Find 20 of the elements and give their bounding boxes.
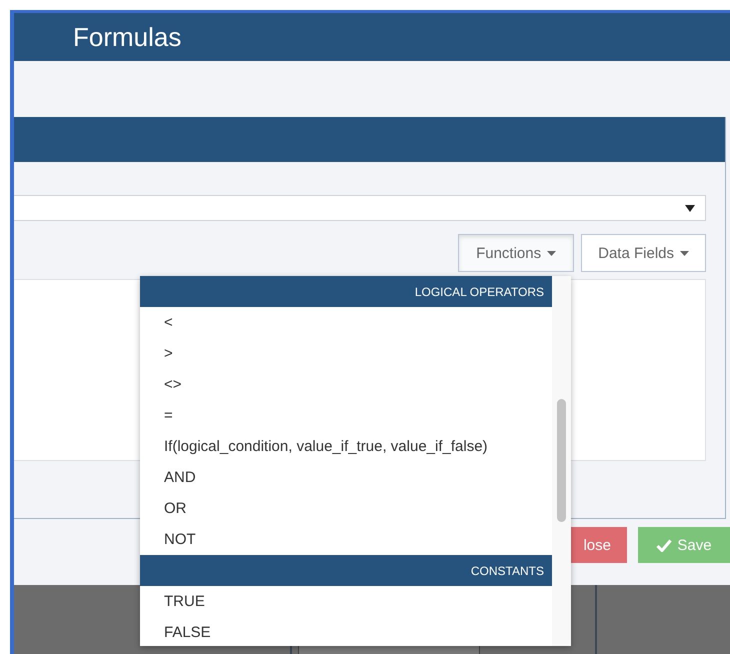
window-title: Formulas — [73, 22, 182, 52]
caret-icon — [680, 250, 689, 256]
check-icon — [656, 538, 672, 552]
menu-item[interactable]: <> — [140, 369, 552, 400]
menu-item[interactable]: OR — [140, 493, 552, 524]
menu-item[interactable]: < — [140, 307, 552, 338]
caret-icon — [547, 250, 556, 256]
dropdown-button[interactable]: Data Fields — [581, 234, 706, 272]
scrollbar-thumb[interactable] — [557, 399, 566, 522]
caret-icon — [685, 204, 695, 212]
menu-item[interactable]: AND — [140, 462, 552, 493]
menu-item[interactable]: = — [140, 400, 552, 431]
dropdown-button[interactable]: Functions — [458, 234, 574, 272]
select-field[interactable] — [14, 195, 706, 221]
menu-item[interactable]: If(logical_condition, value_if_true, value_if_false) — [140, 431, 552, 462]
menu-item[interactable]: > — [140, 338, 552, 369]
section-header: LOGICAL OPERATORS — [140, 276, 552, 307]
section-header: CONSTANTS — [140, 555, 552, 586]
menu-item[interactable]: TRUE — [140, 586, 552, 617]
menu-item[interactable]: FALSE — [140, 617, 552, 646]
